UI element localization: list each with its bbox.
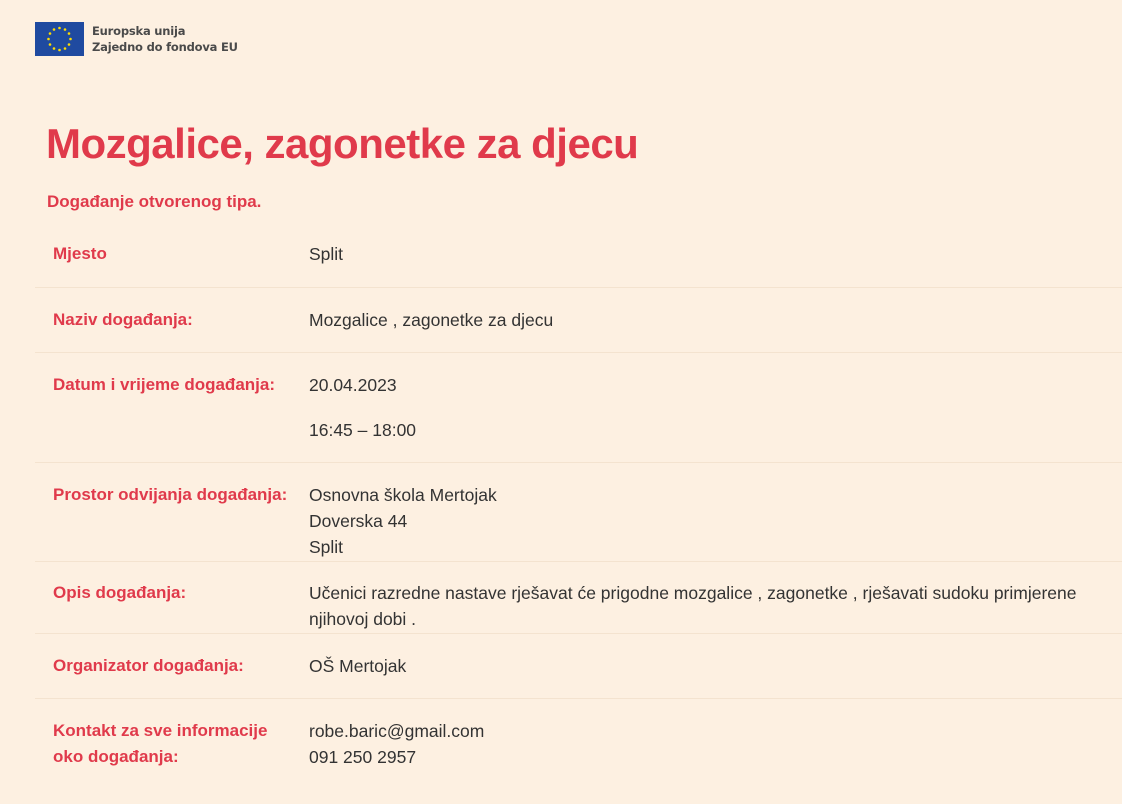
detail-row-datetime: Datum i vrijeme događanja: 20.04.2023 16… — [35, 353, 1122, 463]
detail-value: 20.04.2023 16:45 – 18:00 — [309, 372, 1122, 462]
detail-row-event-name: Naziv događanja: Mozgalice , zagonetke z… — [35, 288, 1122, 353]
contact-email-value[interactable]: robe.baric@gmail.com — [309, 718, 1114, 744]
detail-row-contact: Kontakt za sve informacije oko događanja… — [35, 699, 1122, 791]
detail-row-description: Opis događanja: Učenici razredne nastave… — [35, 562, 1122, 634]
contact-phone-value[interactable]: 091 250 2957 — [309, 744, 1114, 770]
detail-label: Naziv događanja: — [53, 310, 193, 329]
eu-logo-line1: Europska unija — [92, 24, 186, 38]
description-value: Učenici razredne nastave rješavat će pri… — [309, 583, 1077, 629]
detail-label: Datum i vrijeme događanja: — [53, 375, 275, 394]
event-details-table: Mjesto Split Naziv događanja: Mozgalice … — [35, 222, 1122, 791]
eu-logo-line2: Zajedno do fondova EU — [92, 40, 238, 54]
page-title: Mozgalice, zagonetke za djecu — [46, 120, 639, 167]
detail-value: Split — [309, 241, 1122, 287]
event-name-value: Mozgalice , zagonetke za djecu — [309, 310, 554, 330]
detail-label: Organizator događanja: — [53, 656, 244, 675]
detail-label: Mjesto — [53, 244, 107, 263]
detail-row-organizer: Organizator događanja: OŠ Mertojak — [35, 634, 1122, 699]
detail-value: Mozgalice , zagonetke za djecu — [309, 307, 1122, 352]
detail-label: Prostor odvijanja događanja: — [53, 485, 288, 504]
eu-stars-icon — [47, 26, 72, 52]
detail-row-venue: Prostor odvijanja događanja: Osnovna ško… — [35, 463, 1122, 562]
detail-label: Kontakt za sve informacije oko događanja… — [53, 721, 268, 766]
eu-logo: Europska unija Zajedno do fondova EU — [35, 22, 238, 56]
event-date-value: 20.04.2023 — [309, 375, 397, 395]
organizer-value: OŠ Mertojak — [309, 656, 407, 676]
venue-street-value: Doverska 44 — [309, 511, 408, 531]
eu-flag-icon — [35, 22, 84, 56]
location-value: Split — [309, 244, 344, 264]
detail-value: OŠ Mertojak — [309, 653, 1122, 698]
detail-value: Učenici razredne nastave rješavat će pri… — [309, 580, 1122, 633]
event-type-subtitle: Događanje otvorenog tipa. — [47, 192, 262, 211]
venue-city-value: Split — [309, 537, 344, 557]
event-time-value: 16:45 – 18:00 — [309, 420, 417, 440]
detail-value: robe.baric@gmail.com 091 250 2957 — [309, 718, 1122, 791]
detail-value: Osnovna škola Mertojak Doverska 44 Split — [309, 482, 1122, 561]
venue-name-value: Osnovna škola Mertojak — [309, 485, 497, 505]
detail-label: Opis događanja: — [53, 583, 187, 602]
eu-logo-text: Europska unija Zajedno do fondova EU — [92, 23, 238, 55]
detail-row-location: Mjesto Split — [35, 222, 1122, 288]
